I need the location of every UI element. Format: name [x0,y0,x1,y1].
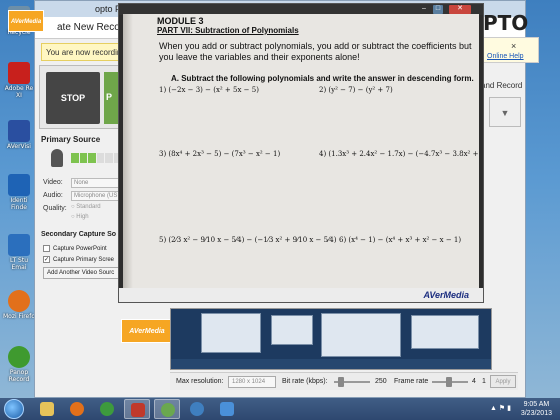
panopto-brand: PTO [483,11,529,35]
folder-icon [40,402,54,416]
quality-high-radio[interactable]: High [71,214,88,220]
problem-6: 6) (x⁴ − 1) − (x⁴ + x³ + x² − x − 1) [339,236,462,244]
adobe-reader-icon [8,62,30,84]
firefox-icon [70,402,84,416]
problem-3: 3) (8x⁴ + 2x³ − 5) − (7x³ − x² − 1) [159,150,281,158]
problem-2: 2) (y² − 7) − (y² + 7) [319,86,393,94]
preview-window [411,315,479,349]
recording-notice: You are now recording. [41,43,121,61]
chrome-icon [100,402,114,416]
preview-window [271,315,313,345]
intro-text: When you add or subtract polynomials, yo… [159,41,472,62]
avervision-icon [131,403,145,417]
paint-icon [220,402,234,416]
online-help-link[interactable]: Online Help [487,53,524,60]
video-select[interactable]: None [71,178,121,188]
taskbar-media-player[interactable] [184,399,210,419]
desktop-icon-panopto-recorder[interactable]: Panop Record [2,346,36,383]
audio-select[interactable]: Microphone (US [71,191,121,201]
avervision-icon [8,120,30,142]
max-resolution-label: Max resolution: [176,378,224,385]
quality-standard-radio[interactable]: Standard [71,204,100,210]
problem-4: 4) (1.3x³ + 2.4x² − 1.7x) − (−4.7x³ − 3.… [319,150,479,158]
framerate-slider[interactable] [432,377,468,387]
avermedia-tray-logo: AVerMedia [8,10,44,32]
taskbar-explorer[interactable] [34,399,60,419]
close-icon[interactable]: ✕ [449,5,471,14]
problem-1: 1) (−2x − 3) − (x² + 5x − 5) [159,86,259,94]
audio-label: Audio: [43,192,63,199]
framerate-value: 4 [472,378,476,385]
add-video-source-button[interactable]: Add Another Video Sourc [43,267,123,279]
preview-window [201,313,261,353]
minimize-icon[interactable]: – [419,5,429,14]
taskbar-chrome[interactable] [94,399,120,419]
framerate-label: Frame rate [394,378,429,385]
checkbox-unchecked-icon [43,245,50,252]
taskbar-paint[interactable] [214,399,240,419]
screen-preview [170,308,492,370]
preview-taskbar [171,359,491,369]
taskbar-avervision[interactable] [124,399,150,419]
stop-button[interactable]: STOP [46,72,100,124]
identity-finder-icon [8,174,30,196]
taskbar-panopto[interactable] [154,399,180,419]
taskbar: ▲ ⚑ ▮ 9:05 AM 3/23/2013 [0,398,560,420]
email-icon [8,234,30,256]
avermedia-brand: AVerMedia [423,290,469,300]
upload-record-label: and Record [481,81,523,90]
desktop-icon-avervision[interactable]: AVerVisi [2,120,36,150]
help-close-icon[interactable]: × [511,41,516,51]
preview-window [321,313,401,357]
bitrate-slider[interactable] [334,377,370,387]
part-title: PART VII: Subtraction of Polynomials [157,26,299,35]
chevron-down-icon[interactable]: ▼ [489,97,521,127]
maximize-icon[interactable]: □ [433,5,443,14]
firefox-icon [8,290,30,312]
avervision-window: – □ ✕ MODULE 3 PART VII: Subtraction of … [118,3,484,303]
checkbox-checked-icon: ✓ [43,256,50,263]
primary-source-heading: Primary Source [41,135,101,144]
max-resolution-select[interactable]: 1280 x 1024 [228,376,276,388]
problem-5: 5) (2⁄3 x² − 9⁄10 x − 5⁄4) − (−1⁄3 x² + … [159,236,337,244]
play-icon [190,402,204,416]
module-title: MODULE 3 [157,16,204,26]
audio-level-meter [71,153,121,163]
document-camera-view: MODULE 3 PART VII: Subtraction of Polyno… [123,14,479,290]
clock[interactable]: 9:05 AM 3/23/2013 [521,400,552,418]
recording-controls: STOP P [39,65,124,129]
system-tray[interactable]: ▲ ⚑ ▮ [490,404,511,412]
section-a-heading: A. Subtract the following polynomials an… [171,74,474,83]
panopto-recorder-icon [8,346,30,368]
capture-primary-screen-checkbox[interactable]: ✓ Capture Primary Scree [43,256,114,263]
capture-settings-bar: Max resolution: 1280 x 1024 Bit rate (kb… [170,372,518,390]
quality-label: Quality: [43,205,67,212]
apply-button[interactable]: Apply [490,375,516,388]
microphone-icon [51,149,63,167]
desktop-icon-adobe-reader[interactable]: Adobe Re XI [2,62,36,99]
video-label: Video: [43,179,63,186]
desktop-icon-lt-student-email[interactable]: LT Stu Emai [2,234,36,271]
clock-time: 9:05 AM [523,401,550,408]
avervision-footer: AVerMedia [119,288,483,302]
notebook-binding [123,14,133,290]
framerate-extra: 1 [482,378,486,385]
desktop-icon-firefox[interactable]: Mozi Firefo [2,290,36,320]
bitrate-value: 250 [375,378,387,385]
panopto-icon [161,403,175,417]
desktop-icon-identity-finder[interactable]: Identi Finde [2,174,36,211]
clock-date: 3/23/2013 [520,410,552,417]
taskbar-firefox[interactable] [64,399,90,419]
start-button[interactable] [4,399,24,419]
avermedia-logo-small: AVerMedia [121,319,173,343]
capture-powerpoint-checkbox[interactable]: Capture PowerPoint [43,245,107,252]
bitrate-label: Bit rate (kbps): [282,378,328,385]
secondary-capture-heading: Secondary Capture So [41,231,117,238]
